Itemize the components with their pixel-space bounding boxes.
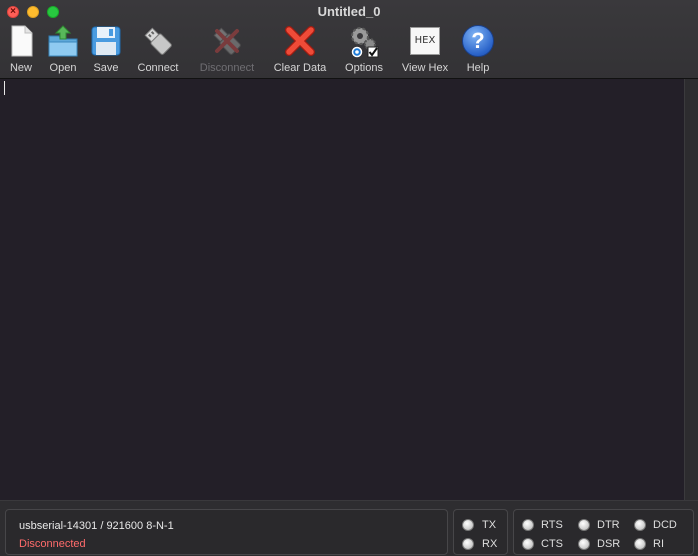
dcd-label: DCD [653,519,677,531]
connection-info-panel: usbserial-14301 / 921600 8-N-1 Disconnec… [5,509,448,555]
serial-terminal-window: × Untitled_0 New Open Save Connect Disco… [0,0,698,556]
terminal-output[interactable] [0,79,684,500]
dsr-led-icon [578,538,590,550]
red-x-icon [285,26,315,56]
new-button[interactable]: New [4,24,38,76]
open-folder-icon [48,25,78,57]
dtr-led-icon[interactable] [578,519,590,531]
status-bar: usbserial-14301 / 921600 8-N-1 Disconnec… [0,500,698,556]
cts-label: CTS [541,538,563,550]
hex-icon: HEX [410,27,440,55]
save-button[interactable]: Save [89,24,123,76]
disconnect-button[interactable]: Disconnect [196,24,258,76]
tx-label: TX [482,519,497,531]
help-button[interactable]: ? Help [462,24,494,76]
cts-led-icon [522,538,534,550]
rx-label: RX [482,538,498,550]
text-cursor [4,81,5,95]
connection-status-text: Disconnected [19,538,86,550]
dtr-label: DTR [597,519,620,531]
gears-icon [351,27,379,58]
title-bar: × Untitled_0 New Open Save Connect Disco… [0,0,698,79]
ri-led-icon [634,538,646,550]
rts-led-icon[interactable] [522,519,534,531]
clear-data-button[interactable]: Clear Data [272,24,328,76]
window-title: Untitled_0 [317,4,381,19]
ri-label: RI [653,538,664,550]
question-icon: ? [462,25,494,57]
view-hex-button[interactable]: HEX View Hex [399,24,451,76]
control-lines-panel: RTS CTS DTR DSR DCD RI [513,509,694,555]
dsr-label: DSR [597,538,621,550]
port-settings-text: usbserial-14301 / 921600 8-N-1 [19,520,174,532]
open-button[interactable]: Open [45,24,81,76]
terminal-scrollbar[interactable] [684,79,698,500]
rx-led-icon [462,538,474,550]
floppy-icon [91,26,121,56]
options-button[interactable]: Options [342,24,386,76]
usb-unplug-icon [213,27,241,55]
new-file-icon [11,25,33,57]
dcd-led-icon [634,519,646,531]
rts-label: RTS [541,519,563,531]
tx-rx-panel: TX RX [453,509,508,555]
connect-button[interactable]: Connect [134,24,182,76]
usb-plug-icon [144,27,172,55]
tx-led-icon [462,519,474,531]
